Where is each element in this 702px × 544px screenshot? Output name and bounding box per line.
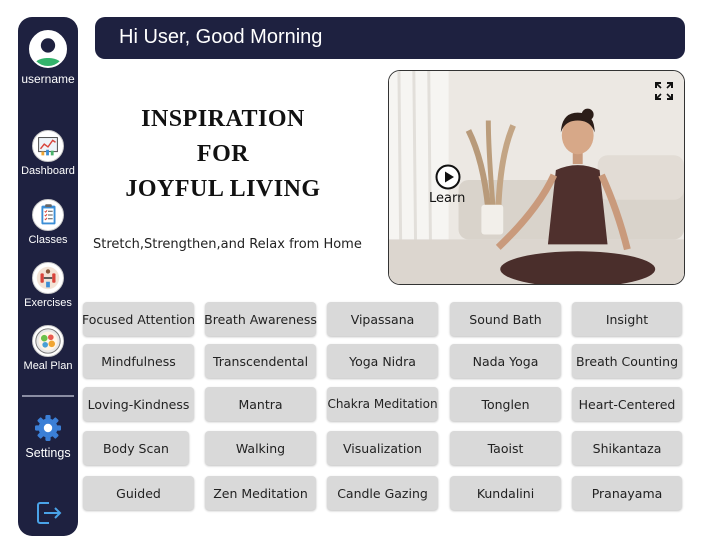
hero-title-line: JOYFUL LIVING (125, 176, 321, 202)
tag-button[interactable]: Visualization (327, 431, 438, 465)
tag-button[interactable]: Zen Meditation (205, 476, 316, 510)
tag-button[interactable]: Chakra Meditation (327, 387, 438, 421)
sidebar-item-label: Dashboard (21, 165, 75, 177)
tag-button[interactable]: Nada Yoga (450, 344, 561, 378)
tag-button[interactable]: Breath Counting (572, 344, 682, 378)
sidebar-divider (22, 395, 74, 397)
video-player[interactable]: Learn (388, 70, 685, 285)
hero-title-line: FOR (196, 141, 250, 167)
username: username (21, 72, 75, 86)
tag-button[interactable]: Guided (83, 476, 194, 510)
tag-button[interactable]: Pranayama (572, 476, 682, 510)
tag-button[interactable]: Focused Attention (82, 302, 195, 336)
tag-button[interactable]: Tonglen (450, 387, 561, 421)
dashboard-icon (32, 130, 64, 162)
expand-icon (655, 82, 673, 100)
sidebar-item-label: Settings (25, 446, 71, 460)
sidebar-item-dashboard[interactable]: Dashboard (18, 130, 78, 177)
tag-button[interactable]: Mantra (205, 387, 316, 421)
sidebar-item-exercises[interactable]: Exercises (18, 262, 78, 309)
sidebar-item-label: Meal Plan (23, 360, 73, 372)
tag-button[interactable]: Transcendental (205, 344, 316, 378)
sidebar-item-label: Classes (28, 234, 68, 246)
avatar[interactable] (29, 30, 67, 68)
play-button[interactable] (435, 164, 461, 190)
tag-button[interactable]: Sound Bath (450, 302, 561, 336)
play-icon (435, 164, 461, 190)
tag-button[interactable]: Walking (205, 431, 316, 465)
expand-button[interactable] (654, 81, 674, 101)
tag-button[interactable]: Candle Gazing (327, 476, 438, 510)
tag-button[interactable]: Yoga Nidra (327, 344, 438, 378)
user-avatar-icon (31, 32, 65, 66)
sidebar-item-meal-plan[interactable]: Meal Plan (18, 325, 78, 372)
classes-icon (32, 199, 64, 231)
learn-label: Learn (429, 191, 466, 206)
sidebar-item-settings[interactable]: Settings (18, 413, 78, 460)
tag-button[interactable]: Shikantaza (572, 431, 682, 465)
logout-icon (37, 502, 62, 524)
tag-button[interactable]: Kundalini (450, 476, 561, 510)
sidebar: username Dashboard Classes Exercises Mea… (18, 17, 78, 536)
tag-button[interactable]: Vipassana (327, 302, 438, 336)
tag-button[interactable]: Taoist (450, 431, 561, 465)
gear-icon (33, 413, 63, 443)
tag-button[interactable]: Body Scan (83, 431, 189, 465)
logout-button[interactable] (35, 500, 63, 526)
sidebar-item-classes[interactable]: Classes (18, 199, 78, 246)
hero-title-line: INSPIRATION (141, 106, 305, 132)
hero-title: INSPIRATION FOR JOYFUL LIVING (108, 102, 338, 207)
tag-button[interactable]: Loving-Kindness (83, 387, 194, 421)
meditation-photo (389, 71, 684, 284)
tag-button[interactable]: Breath Awareness (204, 302, 317, 336)
sidebar-item-label: Exercises (24, 297, 72, 309)
header-bar: Hi User, Good Morning (95, 17, 685, 59)
tag-button[interactable]: Insight (572, 302, 682, 336)
tag-button[interactable]: Heart-Centered (572, 387, 682, 421)
hero-subtitle: Stretch,Strengthen,and Relax from Home (93, 237, 362, 252)
tag-button[interactable]: Mindfulness (83, 344, 194, 378)
meal-plan-icon (32, 325, 64, 357)
exercises-icon (32, 262, 64, 294)
greeting-text: Hi User, Good Morning (119, 26, 323, 48)
